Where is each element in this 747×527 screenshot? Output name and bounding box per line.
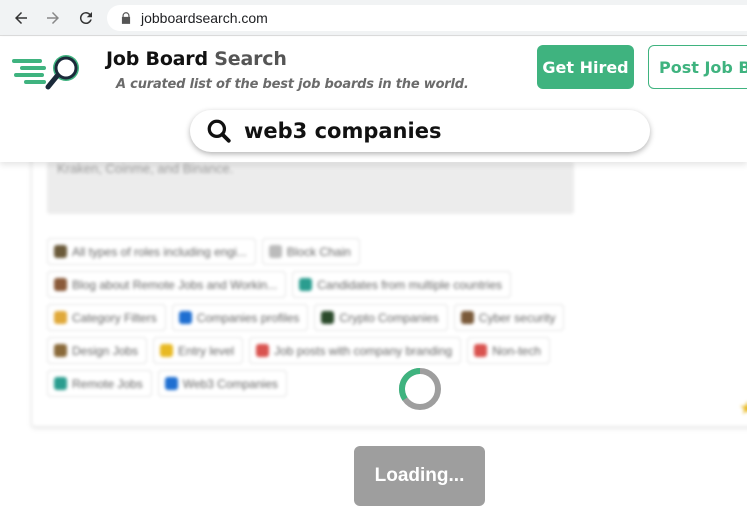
tag-chip[interactable]: Job posts with company branding: [249, 337, 462, 364]
loading-indicator: Loading...: [354, 446, 485, 506]
search-logo-icon[interactable]: [10, 50, 86, 92]
brand-title[interactable]: Job Board Search: [106, 48, 287, 70]
tag-label: Block Chain: [286, 244, 351, 259]
back-button[interactable]: [10, 7, 32, 29]
tag-row: All types of roles including engi... Bloc…: [47, 238, 627, 265]
url-text: jobboardsearch.com: [141, 10, 268, 26]
tag-chip[interactable]: All types of roles including engi...: [47, 238, 256, 265]
address-bar[interactable]: jobboardsearch.com: [107, 5, 747, 31]
tag-chip[interactable]: Category Filters: [47, 304, 166, 331]
tag-chip[interactable]: Design Jobs: [47, 337, 148, 364]
tag-chip[interactable]: Web3 Companies: [157, 370, 287, 397]
tag-label: Blog about Remote Jobs and Workin...: [72, 277, 278, 292]
get-hired-button[interactable]: Get Hired: [537, 45, 634, 89]
tag-list: All types of roles including engi... Bloc…: [47, 238, 627, 403]
site-header: Job Board Search A curated list of the b…: [0, 37, 747, 162]
tag-emoji-icon: [299, 278, 313, 291]
tag-label: Crypto Companies: [339, 310, 439, 325]
star-icon[interactable]: ★: [739, 398, 747, 419]
tag-emoji-icon: [160, 344, 174, 357]
tag-label: Companies profiles: [196, 310, 300, 325]
tag-chip[interactable]: Companies profiles: [171, 304, 309, 331]
brand-title-accent: Search: [214, 48, 287, 70]
tag-label: All types of roles including engi...: [72, 244, 247, 259]
tag-row: Category Filters Companies profiles Crypto…: [47, 304, 627, 331]
tag-emoji-icon: [460, 311, 474, 324]
browser-toolbar: jobboardsearch.com: [0, 0, 747, 36]
tag-chip[interactable]: Remote Jobs: [47, 370, 152, 397]
tag-emoji-icon: [164, 377, 178, 390]
tag-label: Design Jobs: [72, 343, 139, 358]
arrow-left-icon: [15, 12, 27, 24]
tag-chip[interactable]: Block Chain: [261, 238, 360, 265]
tag-emoji-icon: [54, 377, 67, 390]
brand-title-main: Job Board: [106, 48, 208, 70]
description-text: Kraken, Coinme, and Binance.: [57, 161, 234, 176]
search-query: web3 companies: [244, 119, 442, 143]
loading-spinner-icon: [398, 367, 441, 410]
tag-chip[interactable]: Crypto Companies: [314, 304, 448, 331]
tag-label: Cyber security: [478, 310, 556, 325]
search-bar[interactable]: web3 companies: [190, 110, 650, 152]
tag-row: Remote Jobs Web3 Companies: [47, 370, 627, 397]
brand-tagline: A curated list of the best job boards in…: [116, 77, 469, 92]
tag-chip[interactable]: Cyber security: [453, 304, 565, 331]
tag-emoji-icon: [256, 344, 270, 357]
tag-emoji-icon: [474, 344, 488, 357]
tag-emoji-icon: [54, 278, 67, 291]
tag-label: Non-tech: [492, 343, 541, 358]
tag-emoji-icon: [321, 311, 335, 324]
forward-button[interactable]: [42, 7, 64, 29]
description-box: Kraken, Coinme, and Binance.: [47, 162, 574, 214]
tag-emoji-icon: [54, 344, 67, 357]
tag-label: Entry level: [178, 343, 235, 358]
reload-icon: [79, 12, 92, 25]
tag-chip[interactable]: Blog about Remote Jobs and Workin...: [47, 271, 287, 298]
arrow-right-icon: [47, 12, 59, 24]
tag-row: Design Jobs Entry level Job posts with com…: [47, 337, 627, 364]
tag-label: Web3 Companies: [182, 376, 278, 391]
tag-chip[interactable]: Non-tech: [467, 337, 550, 364]
reload-button[interactable]: [75, 7, 97, 29]
post-job-button[interactable]: Post Job Bo: [648, 45, 747, 89]
tag-emoji-icon: [178, 311, 192, 324]
tag-chip[interactable]: Entry level: [153, 337, 244, 364]
tag-emoji-icon: [268, 245, 282, 258]
search-icon: [207, 119, 231, 143]
tag-chip[interactable]: Candidates from multiple countries: [292, 271, 511, 298]
tag-label: Remote Jobs: [72, 376, 143, 391]
lock-icon: [121, 12, 131, 24]
tag-label: Category Filters: [72, 310, 157, 325]
tag-label: Candidates from multiple countries: [317, 277, 502, 292]
tag-label: Job posts with company branding: [274, 343, 453, 358]
tag-emoji-icon: [54, 245, 67, 258]
tag-emoji-icon: [54, 311, 67, 324]
tag-row: Blog about Remote Jobs and Workin... Cand…: [47, 271, 627, 298]
